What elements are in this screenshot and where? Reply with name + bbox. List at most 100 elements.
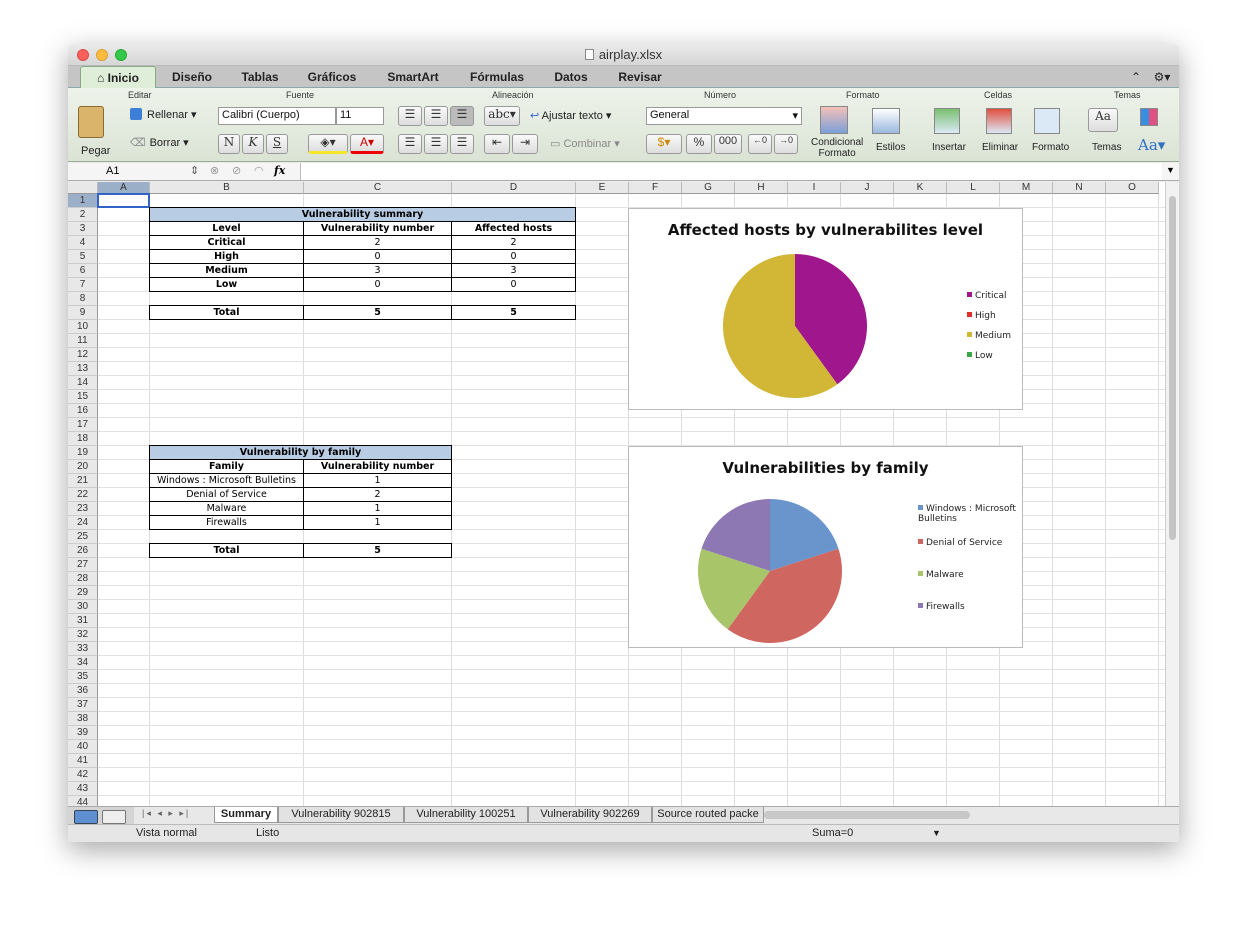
family-table-cell[interactable]: 1 [303, 473, 452, 488]
row-header-37[interactable]: 37 [68, 698, 98, 712]
row-header-44[interactable]: 44 [68, 796, 98, 806]
currency-icon[interactable]: $▾ [646, 134, 682, 154]
row-header-13[interactable]: 13 [68, 362, 98, 376]
summary-table-cell[interactable]: Low [149, 277, 304, 292]
row-header-30[interactable]: 30 [68, 600, 98, 614]
font-size-select[interactable]: 11 [336, 107, 384, 125]
themes-button[interactable]: Temas [1092, 142, 1121, 153]
underline-button[interactable]: S [266, 134, 288, 154]
column-header-k[interactable]: K [894, 182, 947, 194]
format-button[interactable]: Formato [1032, 142, 1069, 153]
row-header-27[interactable]: 27 [68, 558, 98, 572]
column-header-o[interactable]: O [1106, 182, 1159, 194]
minimize-window-button[interactable] [96, 49, 108, 61]
row-header-39[interactable]: 39 [68, 726, 98, 740]
family-total-cell[interactable]: 5 [303, 543, 452, 558]
decrease-indent-icon[interactable]: ⇤ [484, 134, 510, 154]
row-header-8[interactable]: 8 [68, 292, 98, 306]
select-all-corner[interactable] [68, 182, 98, 194]
summary-table-cell[interactable]: Medium [149, 263, 304, 278]
row-header-26[interactable]: 26 [68, 544, 98, 558]
increase-indent-icon[interactable]: ⇥ [512, 134, 538, 154]
row-header-22[interactable]: 22 [68, 488, 98, 502]
family-table-cell[interactable]: Windows : Microsoft Bulletins [149, 473, 304, 488]
summary-table-header[interactable]: Level [149, 221, 304, 236]
summary-table-cell[interactable]: High [149, 249, 304, 264]
family-total-cell[interactable]: Total [149, 543, 304, 558]
sheet-tab-5[interactable]: Source routed packe [652, 807, 764, 823]
summary-table-header[interactable]: Vulnerability number [303, 221, 452, 236]
tab-revisar[interactable]: Revisar [604, 66, 676, 88]
summary-table-cell[interactable]: 0 [451, 277, 576, 292]
column-header-e[interactable]: E [576, 182, 629, 194]
align-right-icon[interactable]: ☰ [450, 134, 474, 154]
summary-total-cell[interactable]: 5 [451, 305, 576, 320]
row-header-43[interactable]: 43 [68, 782, 98, 796]
family-table-header[interactable]: Vulnerability number [303, 459, 452, 474]
align-bottom-icon[interactable]: ☰ [450, 106, 474, 126]
column-header-b[interactable]: B [150, 182, 304, 194]
row-header-25[interactable]: 25 [68, 530, 98, 544]
name-box[interactable]: A1 [106, 165, 186, 177]
row-header-36[interactable]: 36 [68, 684, 98, 698]
row-header-3[interactable]: 3 [68, 222, 98, 236]
formula-input[interactable] [300, 163, 1162, 180]
clipboard-icon[interactable] [78, 106, 104, 138]
row-header-34[interactable]: 34 [68, 656, 98, 670]
column-header-c[interactable]: C [304, 182, 452, 194]
row-header-21[interactable]: 21 [68, 474, 98, 488]
row-header-5[interactable]: 5 [68, 250, 98, 264]
tab-tablas[interactable]: Tablas [228, 66, 292, 88]
column-header-f[interactable]: F [629, 182, 682, 194]
family-table-cell[interactable]: Denial of Service [149, 487, 304, 502]
cancel-formula-icon[interactable]: ⊗ [210, 164, 219, 177]
wrap-text-button[interactable]: ↩ Ajustar texto ▾ [530, 109, 611, 122]
row-header-4[interactable]: 4 [68, 236, 98, 250]
chevron-down-icon[interactable]: ▼ [932, 825, 941, 842]
insert-button[interactable]: Insertar [932, 142, 966, 153]
vertical-scrollbar[interactable] [1165, 182, 1179, 806]
row-header-33[interactable]: 33 [68, 642, 98, 656]
decrease-decimal-icon[interactable]: →0 [774, 134, 798, 154]
italic-button[interactable]: K [242, 134, 264, 154]
fill-color-icon[interactable]: ◈▾ [308, 134, 348, 154]
clear-button[interactable]: ⌫ Borrar ▾ [130, 136, 189, 149]
orientation-button[interactable]: abc▾ [484, 106, 520, 126]
zoom-window-button[interactable] [115, 49, 127, 61]
increase-decimal-icon[interactable]: ←0 [748, 134, 772, 154]
summary-table-cell[interactable]: 3 [451, 263, 576, 278]
confirm-formula-icon[interactable]: ⊘ [232, 164, 241, 177]
row-header-41[interactable]: 41 [68, 754, 98, 768]
collapse-ribbon-icon[interactable]: ⌃ [1126, 66, 1146, 88]
summary-total-cell[interactable]: Total [149, 305, 304, 320]
tab-datos[interactable]: Datos [540, 66, 602, 88]
row-header-42[interactable]: 42 [68, 768, 98, 782]
sheet-navigation-icons[interactable]: |◂ ◂ ▸ ▸| [142, 808, 190, 819]
merge-button[interactable]: ▭ Combinar ▾ [550, 137, 620, 150]
insert-cells-icon[interactable] [934, 108, 960, 134]
row-header-6[interactable]: 6 [68, 264, 98, 278]
vertical-scroll-thumb[interactable] [1169, 196, 1176, 540]
row-header-10[interactable]: 10 [68, 320, 98, 334]
styles-button[interactable]: Estilos [876, 142, 905, 153]
theme-fonts-icon[interactable]: Aa▾ [1138, 136, 1165, 154]
align-center-icon[interactable]: ☰ [424, 134, 448, 154]
summary-table-cell[interactable]: 2 [303, 235, 452, 250]
thousands-button[interactable]: 000 [714, 134, 742, 154]
fill-button[interactable]: Rellenar ▾ [130, 108, 197, 121]
close-window-button[interactable] [77, 49, 89, 61]
summary-table-cell[interactable]: 0 [451, 249, 576, 264]
font-color-icon[interactable]: A▾ [350, 134, 384, 154]
spreadsheet-grid[interactable]: A B C D E F G H I J K L M N O 1 2 3 4 5 6 7 8 9 10 11 12 13 14 15 16 17… [68, 182, 1165, 806]
paste-button[interactable]: Pegar [81, 145, 110, 157]
summary-table-cell[interactable]: 0 [303, 249, 452, 264]
tab-formulas[interactable]: Fórmulas [456, 66, 538, 88]
row-header-2[interactable]: 2 [68, 208, 98, 222]
row-header-29[interactable]: 29 [68, 586, 98, 600]
tab-graficos[interactable]: Gráficos [294, 66, 370, 88]
sheet-tab-3[interactable]: Vulnerability 100251 [404, 807, 528, 823]
themes-icon[interactable]: Aa [1088, 108, 1118, 132]
row-header-20[interactable]: 20 [68, 460, 98, 474]
summary-table-cell[interactable]: 0 [303, 277, 452, 292]
styles-icon[interactable] [872, 108, 900, 134]
